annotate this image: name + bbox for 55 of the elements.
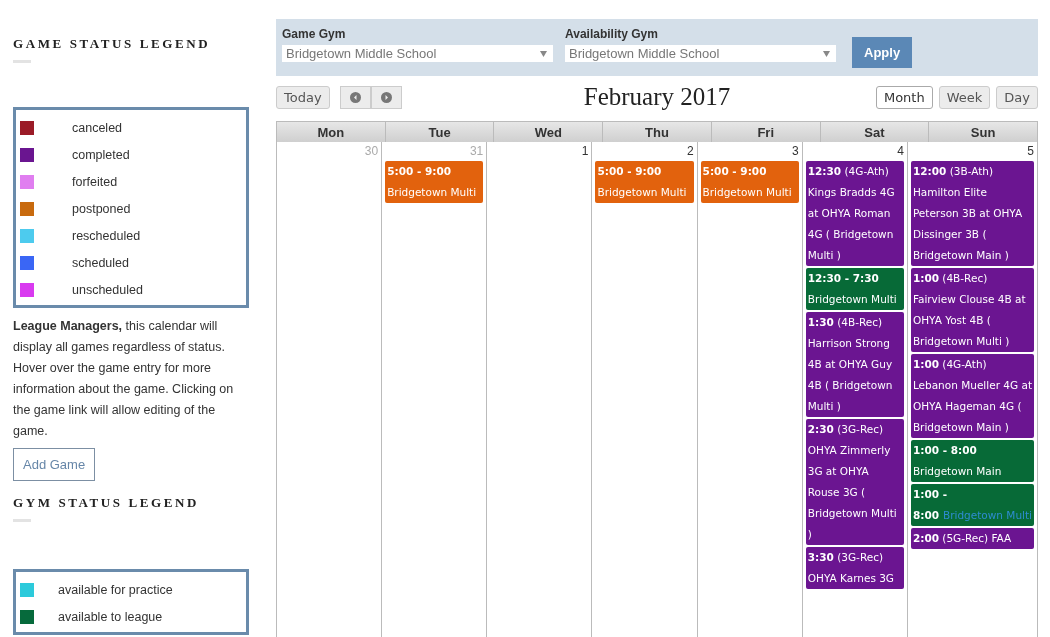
legend-label: available to league xyxy=(58,609,163,624)
calendar-event[interactable]: 12:00 (3B-Ath) Hamilton Elite Peterson 3B at OHYA Dissinger 3B ( Bridgetown Main ) xyxy=(910,161,1034,266)
calendar-event[interactable]: 12:30 (4G-Ath) Kings Bradds 4G at OHYA Roman 4G ( Bridgetown Multi ) xyxy=(805,161,904,266)
apply-button[interactable]: Apply xyxy=(852,37,913,68)
date-number: 5 xyxy=(1027,144,1034,158)
weekday-header: Mon xyxy=(277,121,386,142)
date-number: 31 xyxy=(469,144,484,158)
calendar-event[interactable]: 1:00 - 8:00 Bridgetown Main xyxy=(910,440,1034,482)
gym-select[interactable]: Bridgetown Middle School xyxy=(282,45,553,62)
date-number: 1 xyxy=(581,144,589,158)
calendar-event[interactable]: 1:00 (4G-Ath) Lebanon Mueller 4G at OHYA Hageman 4G ( Bridgetown Main ) xyxy=(910,354,1034,438)
date-number: 3 xyxy=(792,144,799,158)
add-game-button[interactable]: Add Game xyxy=(13,448,96,481)
field-label: Game Gym xyxy=(282,27,347,41)
legend-label: rescheduled xyxy=(72,228,141,243)
date-number: 2 xyxy=(686,144,694,158)
view-tab[interactable]: Week xyxy=(938,85,991,109)
calendar-event[interactable]: 2:00 (5G-Rec) FAA xyxy=(910,528,1034,549)
legend-label: postponed xyxy=(72,201,131,216)
calendar-event[interactable]: 1:30 (4B-Rec) Harrison Strong 4B at OHYA Guy 4B ( Bridgetown Multi ) xyxy=(805,312,904,417)
legend-label: scheduled xyxy=(72,255,129,270)
caret-icon xyxy=(540,50,547,57)
help-text: League Managers, this calendar will display all games regardless of status. Hover over the game entry for more information about the game. Clicking on the game link will allow editing of the game. xyxy=(13,318,235,440)
today-button[interactable]: Today xyxy=(276,85,330,109)
date-number: 30 xyxy=(364,144,379,158)
weekday-header: Fri xyxy=(711,121,821,142)
calendar-event[interactable]: 2:30 (3G-Rec) OHYA Zimmerly 3G at OHYA Rouse 3G ( Bridgetown Multi ) xyxy=(805,419,904,545)
caret-icon xyxy=(823,50,830,57)
month-title: February 2017 xyxy=(583,83,731,111)
calendar-event[interactable]: 1:00 - 8:00 Bridgetown Multi xyxy=(910,484,1034,526)
weekday-header: Sat xyxy=(820,121,930,142)
weekday-header: Wed xyxy=(494,121,604,142)
legend-label: canceled xyxy=(72,120,123,135)
legend-label: available for practice xyxy=(58,582,173,597)
legend-label: completed xyxy=(72,147,130,162)
date-number: 4 xyxy=(897,144,904,158)
legend-title: GAME STATUS LEGEND xyxy=(13,36,212,52)
calendar-event[interactable]: 5:00 - 9:00 Bridgetown Multi xyxy=(595,161,694,203)
view-tab[interactable]: Month xyxy=(875,85,933,109)
legend-label: unscheduled xyxy=(72,282,143,297)
weekday-header: Thu xyxy=(603,121,712,142)
calendar-event[interactable]: 12:30 - 7:30 Bridgetown Multi xyxy=(805,268,904,310)
gym-select[interactable]: Bridgetown Middle School xyxy=(565,45,836,62)
legend-title: GYM STATUS LEGEND xyxy=(13,495,201,511)
calendar-event[interactable]: 5:00 - 9:00 Bridgetown Multi xyxy=(385,161,484,203)
prev-button[interactable] xyxy=(339,85,371,109)
view-tab[interactable]: Day xyxy=(996,85,1038,109)
calendar-event[interactable]: 1:00 (4B-Rec) Fairview Clouse 4B at OHYA Yost 4B ( Bridgetown Multi ) xyxy=(910,268,1034,352)
weekday-header: Sun xyxy=(929,121,1038,142)
field-label: Availability Gym xyxy=(565,27,659,41)
weekday-header: Tue xyxy=(385,121,495,142)
calendar-event[interactable]: 3:30 (3G-Rec) OHYA Karnes 3G xyxy=(805,547,904,589)
next-button[interactable] xyxy=(370,85,402,109)
legend-label: forfeited xyxy=(72,174,118,189)
calendar-event[interactable]: 5:00 - 9:00 Bridgetown Multi xyxy=(700,161,799,203)
